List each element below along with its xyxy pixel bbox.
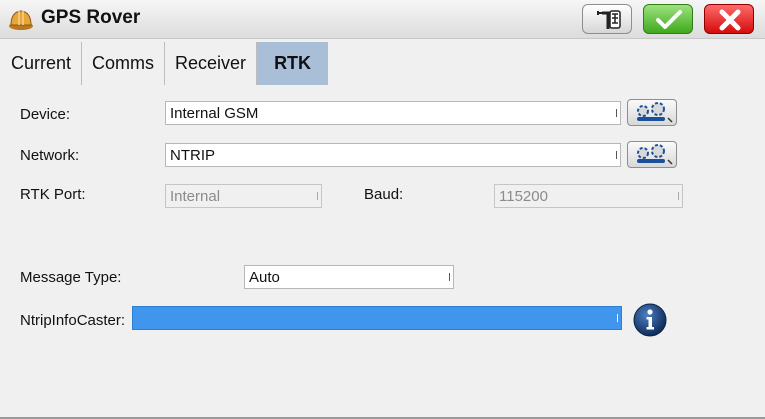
ntrip-caster-label: NtripInfoCaster: [20, 312, 126, 329]
dropdown-arrow-icon [617, 314, 618, 322]
network-config-button[interactable] [627, 141, 677, 168]
network-select[interactable]: NTRIP [165, 143, 621, 167]
dropdown-arrow-icon [616, 109, 617, 117]
device-value: Internal GSM [170, 105, 259, 122]
message-type-value: Auto [249, 269, 280, 286]
rover-tools-button[interactable] [582, 4, 632, 34]
tab-current[interactable]: Current [8, 42, 83, 85]
baud-value: 115200 [499, 188, 548, 205]
rtk-port-label: RTK Port: [20, 186, 86, 203]
dropdown-arrow-icon [449, 273, 450, 281]
checkmark-icon [656, 10, 682, 29]
device-label: Device: [20, 106, 71, 123]
ntrip-caster-select[interactable] [132, 306, 622, 330]
close-icon [719, 9, 741, 31]
network-label: Network: [20, 147, 80, 164]
tab-receiver[interactable]: Receiver [165, 42, 258, 85]
dropdown-arrow-icon [678, 192, 679, 200]
ok-button[interactable] [643, 4, 693, 34]
device-select[interactable]: Internal GSM [165, 101, 621, 125]
device-config-button[interactable] [627, 99, 677, 126]
dropdown-arrow-icon [317, 192, 318, 200]
tab-bar: Current Comms Receiver RTK [8, 42, 329, 85]
title-bar: GPS Rover [0, 0, 765, 39]
tab-comms[interactable]: Comms [82, 42, 166, 85]
window-title: GPS Rover [41, 7, 141, 28]
message-type-label: Message Type: [20, 269, 122, 286]
pole-tools-icon [597, 10, 621, 29]
network-value: NTRIP [170, 147, 215, 164]
rtk-port-value: Internal [170, 188, 221, 205]
close-button[interactable] [704, 4, 754, 34]
baud-label: Baud: [364, 186, 404, 203]
message-type-select[interactable]: Auto [244, 265, 454, 289]
info-icon[interactable] [632, 302, 668, 338]
rtk-port-select[interactable]: Internal [165, 184, 322, 208]
dropdown-arrow-icon [616, 151, 617, 159]
gear-config-icon [637, 102, 673, 123]
baud-select[interactable]: 115200 [494, 184, 683, 208]
hard-hat-icon [9, 10, 33, 30]
gear-config-icon [637, 144, 673, 165]
tab-rtk[interactable]: RTK [257, 42, 329, 85]
